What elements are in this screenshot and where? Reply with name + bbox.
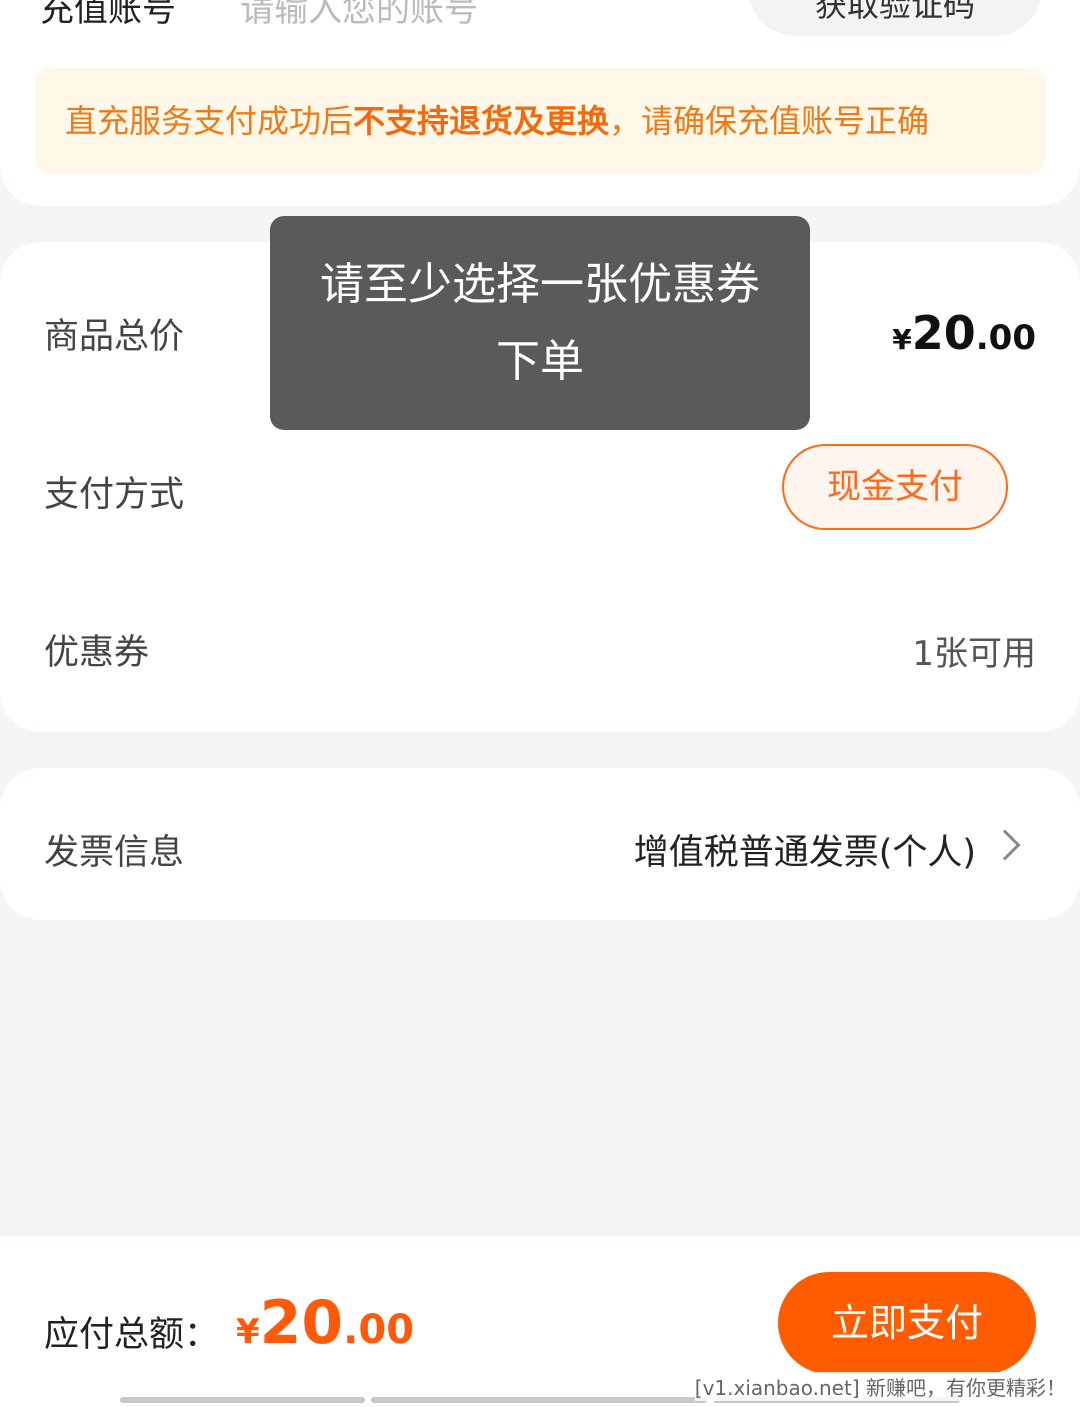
payable-total-label: 应付总额： [44,1315,220,1355]
account-input[interactable]: 请输入您的账号 [240,0,478,31]
recharge-account-card: 充值账号 请输入您的账号 获取验证码 直充服务支付成功后不支持退货及更换，请确保… [0,0,1080,206]
indicator-segment [371,1397,707,1403]
goods-total-price: ¥20.00 [892,306,1036,360]
order-confirm-page: 充值账号 请输入您的账号 获取验证码 直充服务支付成功后不支持退货及更换，请确保… [0,0,1080,1407]
pay-now-button[interactable]: 立即支付 [778,1272,1036,1374]
payment-method-label: 支付方式 [44,475,185,515]
toast-message: 请至少选择一张优惠券下单 [270,216,810,430]
currency-symbol: ¥ [892,323,912,356]
cash-payment-chip[interactable]: 现金支付 [782,444,1008,530]
invoice-value: 增值税普通发票(个人) [633,833,976,873]
invoice-label: 发票信息 [44,833,185,873]
chevron-right-icon [989,829,1021,861]
goods-total-label: 商品总价 [44,317,185,357]
price-decimal: .00 [343,1307,415,1353]
refund-notice: 直充服务支付成功后不支持退货及更换，请确保充值账号正确 [35,68,1045,174]
notice-text-bold: 不支持退货及更换 [353,102,610,140]
notice-text-2: ，请确保充值账号正确 [609,102,930,140]
notice-text-1: 直充服务支付成功后 [65,102,354,140]
coupon-label: 优惠券 [44,633,150,673]
indicator-segment [120,1397,365,1403]
account-label: 充值账号 [40,0,176,30]
currency-symbol: ¥ [236,1312,260,1352]
watermark-text: [v1.xianbao.net] 新赚吧，有你更精彩！ [694,1372,1066,1401]
payable-total-price: ¥20.00 [236,1288,414,1358]
price-integer: 20 [911,306,976,360]
coupon-available-count[interactable]: 1张可用 [912,626,1036,675]
invoice-row[interactable]: 发票信息 增值税普通发票(个人) [0,768,1080,920]
get-code-button[interactable]: 获取验证码 [748,0,1042,36]
price-integer: 20 [259,1288,344,1358]
price-decimal: .00 [975,318,1036,358]
account-row: 充值账号 请输入您的账号 获取验证码 [0,0,1080,36]
